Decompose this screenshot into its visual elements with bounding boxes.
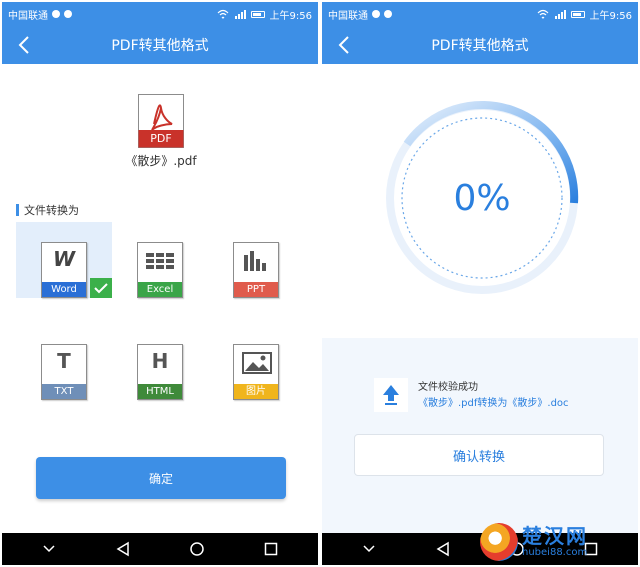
picture-icon	[242, 352, 272, 374]
nav-back-button[interactable]	[111, 537, 135, 561]
format-option-label: 图片	[234, 384, 278, 399]
format-option-label: HTML	[138, 384, 182, 399]
back-button[interactable]	[14, 34, 34, 56]
carrier-text: 中国联通	[328, 10, 368, 22]
word-file-icon: W Word	[41, 242, 87, 298]
clock-text: 上午9:56	[589, 10, 632, 22]
notification-icon	[372, 10, 380, 18]
nav-recent-button[interactable]	[259, 537, 283, 561]
title-bar: PDF转其他格式	[2, 26, 318, 64]
battery-icon	[250, 10, 265, 18]
format-option-word[interactable]: W Word	[16, 222, 112, 298]
status-bar: 中国联通 上午9:56	[322, 2, 638, 26]
clock-text: 上午9:56	[269, 10, 312, 22]
nav-back-button[interactable]	[431, 537, 455, 561]
nav-home-button[interactable]	[185, 537, 209, 561]
ppt-file-icon: PPT	[233, 242, 279, 298]
wifi-icon	[217, 9, 228, 19]
pdf-file-icon: PDF	[138, 94, 184, 148]
conversion-description: 《散步》.pdf转换为《散步》.doc	[418, 398, 569, 409]
page-title: PDF转其他格式	[431, 38, 529, 54]
status-panel: 文件校验成功 《散步》.pdf转换为《散步》.doc 确认转换	[322, 338, 638, 533]
file-name: 《散步》.pdf	[125, 154, 197, 168]
watermark-logo-icon	[480, 523, 518, 561]
status-bar: 中国联通 上午9:56	[2, 2, 318, 26]
format-option-image[interactable]: 图片	[208, 324, 304, 400]
battery-icon	[570, 10, 585, 18]
check-icon	[90, 278, 112, 298]
confirm-convert-button[interactable]: 确认转换	[354, 434, 604, 476]
watermark-main-text: 楚汉网	[522, 524, 588, 548]
watermark-sub-text: hubei88.com	[522, 547, 588, 558]
html-file-icon: H HTML	[137, 344, 183, 400]
format-option-html[interactable]: H HTML	[112, 324, 208, 400]
screenshot-root: 中国联通 上午9:56 PDF转其他格式 PDF 《散步》.pdf 文件转换为 …	[0, 0, 640, 567]
nav-down-button[interactable]	[357, 537, 381, 561]
nav-recent-icon	[264, 542, 278, 556]
notification-icon	[64, 10, 72, 18]
txt-file-icon: T TXT	[41, 344, 87, 400]
section-label: 文件转换为	[16, 202, 79, 218]
progress-ring: 0%	[382, 98, 582, 298]
title-bar: PDF转其他格式	[322, 26, 638, 64]
word-glyph: W	[52, 247, 76, 271]
excel-grid-icon	[146, 253, 174, 269]
format-option-label: PPT	[234, 282, 278, 297]
format-option-label: Word	[42, 282, 86, 297]
signal-icon	[234, 10, 246, 19]
nav-back-icon	[116, 541, 129, 557]
format-option-label: Excel	[138, 282, 182, 297]
confirm-button[interactable]: 确定	[36, 457, 286, 499]
format-option-label: TXT	[42, 384, 86, 399]
back-button[interactable]	[334, 34, 354, 56]
ppt-chart-icon	[244, 251, 266, 271]
back-arrow-icon	[338, 36, 349, 54]
upload-arrow-icon	[374, 378, 408, 412]
page-title: PDF转其他格式	[111, 38, 209, 54]
back-arrow-icon	[18, 36, 29, 54]
notification-icon	[52, 10, 60, 18]
image-file-icon: 图片	[233, 344, 279, 400]
excel-file-icon: Excel	[137, 242, 183, 298]
format-option-ppt[interactable]: PPT	[208, 222, 304, 298]
section-label-text: 文件转换为	[24, 204, 79, 217]
carrier-text: 中国联通	[8, 10, 48, 22]
phone-screen-select-format: 中国联通 上午9:56 PDF转其他格式 PDF 《散步》.pdf 文件转换为 …	[2, 2, 318, 565]
nav-back-icon	[436, 541, 449, 557]
html-glyph: H	[151, 349, 169, 373]
wifi-icon	[537, 9, 548, 19]
format-option-excel[interactable]: Excel	[112, 222, 208, 298]
txt-glyph: T	[57, 349, 71, 373]
nav-down-icon	[363, 545, 375, 553]
progress-percent: 0%	[453, 177, 511, 219]
phone-screen-converting: 中国联通 上午9:56 PDF转其他格式 0% 文件校验成功 《散步》.pdf转…	[322, 2, 638, 565]
notification-icon	[384, 10, 392, 18]
format-option-txt[interactable]: T TXT	[16, 324, 112, 400]
nav-down-icon	[43, 545, 55, 553]
watermark-text: 楚汉网 hubei88.com	[522, 526, 588, 558]
android-nav-bar	[2, 533, 318, 565]
nav-down-button[interactable]	[37, 537, 61, 561]
section-marker	[16, 204, 19, 216]
signal-icon	[554, 10, 566, 19]
verify-status-text: 文件校验成功	[418, 382, 478, 393]
pdf-badge-label: PDF	[150, 132, 172, 145]
nav-home-icon	[190, 542, 204, 556]
watermark: 楚汉网 hubei88.com	[480, 517, 640, 567]
